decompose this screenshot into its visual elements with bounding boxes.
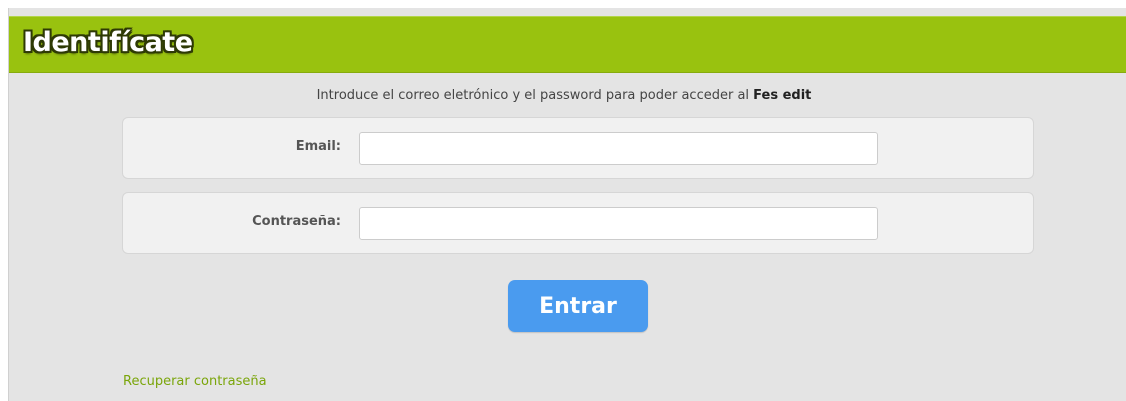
recover-password-link[interactable]: Recuperar contraseña — [123, 374, 267, 389]
email-label: Email: — [295, 139, 341, 154]
password-label: Contraseña: — [252, 214, 341, 229]
header-bar: Identifícate — [9, 16, 1126, 73]
email-row: Email: — [122, 117, 1034, 179]
intro-text: Introduce el correo eletrónico y el pass… — [9, 88, 1119, 103]
submit-button[interactable]: Entrar — [508, 280, 648, 332]
login-panel: Identifícate Introduce el correo eletrón… — [8, 8, 1126, 401]
email-field[interactable] — [359, 132, 878, 165]
intro-app-name: Fes edit — [753, 88, 812, 103]
password-row: Contraseña: — [122, 192, 1034, 254]
intro-message: Introduce el correo eletrónico y el pass… — [316, 88, 754, 103]
password-field[interactable] — [359, 207, 878, 240]
page-title: Identifícate — [23, 27, 193, 58]
